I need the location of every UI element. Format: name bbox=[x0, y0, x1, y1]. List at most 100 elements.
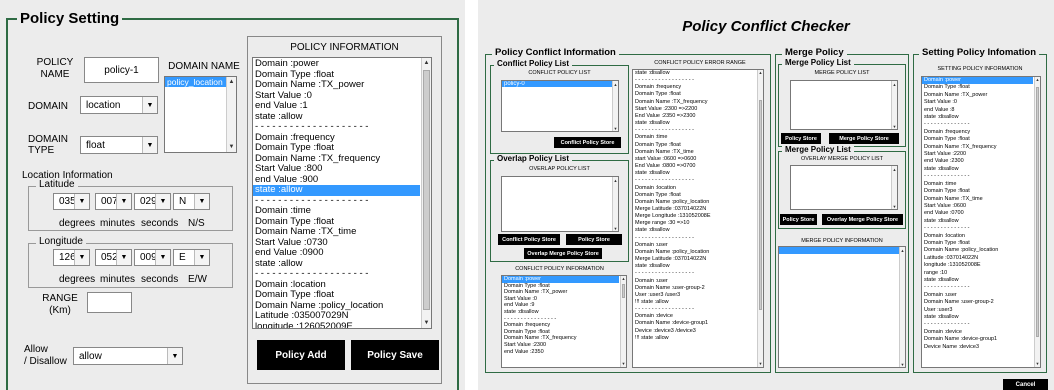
list-line[interactable]: Start Value :2200 bbox=[922, 151, 1033, 158]
list-line[interactable]: Domain Name :policy_location bbox=[633, 199, 756, 206]
policy-save-button[interactable]: Policy Save bbox=[351, 340, 439, 370]
list-line[interactable]: Domain Type :float bbox=[922, 84, 1033, 91]
scroll-up-icon[interactable]: ▲ bbox=[422, 58, 431, 68]
list-line[interactable]: - - - - - - - - - - - - - - bbox=[922, 284, 1033, 291]
list-line[interactable]: Domain Name :user-group-2 bbox=[922, 299, 1033, 306]
list-scrollbar[interactable]: ▲ ▼ bbox=[1034, 77, 1040, 367]
list-line[interactable]: Domain Name :TX_frequency bbox=[253, 154, 420, 165]
policy-info-list[interactable]: Domain :power Domain Type :float Domain Na… bbox=[252, 57, 432, 329]
list-line[interactable]: state :disallow bbox=[633, 120, 756, 127]
overlap-policy-store-button[interactable]: Policy Store bbox=[566, 234, 622, 245]
conflict-policy-list[interactable]: policy-0 ▲ ▼ bbox=[501, 80, 619, 132]
list-line[interactable]: Merge Latitude :037014022N bbox=[633, 256, 756, 263]
overlay-merge-scrollbar[interactable]: ▲ ▼ bbox=[891, 166, 897, 209]
list-line[interactable]: Domain Name :device-group1 bbox=[922, 336, 1033, 343]
list-line[interactable]: Merge range :30 =>10 bbox=[633, 220, 756, 227]
list-line[interactable]: end Value :9 bbox=[502, 302, 619, 309]
merge-policy-info-item[interactable] bbox=[779, 247, 899, 254]
list-line[interactable]: - - - - - - - - - - - - - - bbox=[922, 321, 1033, 328]
list-line[interactable]: state :disallow bbox=[922, 277, 1033, 284]
merge-policy-store-button[interactable]: Policy Store bbox=[781, 133, 821, 144]
longitude-dir-select[interactable]: E ▼ bbox=[173, 249, 210, 266]
list-line[interactable]: state :disallow bbox=[922, 314, 1033, 321]
list-line[interactable]: - - - - - - - - - - - - - - - - - - bbox=[633, 270, 756, 277]
latitude-deg-select[interactable]: 035 ▼ bbox=[53, 193, 90, 210]
list-line[interactable]: Start Value :0600 bbox=[922, 203, 1033, 210]
list-line[interactable]: Start Value :0 bbox=[502, 296, 619, 303]
list-line[interactable]: Domain :user bbox=[922, 292, 1033, 299]
list-line[interactable]: Domain Name :TX_power bbox=[253, 80, 420, 91]
list-line[interactable]: longitude :126052009E bbox=[253, 322, 420, 329]
list-line[interactable]: Domain :power bbox=[922, 77, 1033, 85]
list-line[interactable]: Domain :time bbox=[922, 181, 1033, 188]
list-line[interactable]: End Value :2350 =>2300 bbox=[633, 113, 756, 120]
list-line[interactable]: Domain :device bbox=[633, 313, 756, 320]
scroll-thumb[interactable] bbox=[759, 100, 762, 310]
list-line[interactable]: Domain Type :float bbox=[253, 217, 420, 228]
list-line[interactable]: - - - - - - - - - - - - - - bbox=[922, 173, 1033, 180]
list-line[interactable]: Device Name :device3 bbox=[922, 344, 1033, 351]
list-line[interactable]: Domain :location bbox=[253, 280, 420, 291]
list-line[interactable]: end Value :8 bbox=[922, 107, 1033, 114]
list-line[interactable]: Domain Name :TX_time bbox=[633, 149, 756, 156]
domain-select[interactable]: location ▼ bbox=[80, 96, 158, 114]
list-line[interactable]: Domain Name :policy_location bbox=[922, 247, 1033, 254]
list-line[interactable]: - - - - - - - - - - - - - - bbox=[922, 121, 1033, 128]
list-line[interactable]: Start Value :0 bbox=[922, 99, 1033, 106]
conflict-policy-info-list[interactable]: Domain :power Domain Type :float Domain Na… bbox=[501, 275, 627, 368]
scroll-down-icon[interactable]: ▼ bbox=[1035, 361, 1040, 367]
list-line[interactable]: state :disallow bbox=[922, 218, 1033, 225]
list-line[interactable]: - - - - - - - - - - - - - - - - bbox=[502, 316, 619, 323]
scroll-thumb[interactable] bbox=[622, 284, 625, 298]
scroll-thumb[interactable] bbox=[423, 70, 430, 310]
list-line[interactable]: state :disallow bbox=[502, 309, 619, 316]
list-line[interactable]: end Value :900 bbox=[253, 175, 420, 186]
list-scrollbar[interactable]: ▲ ▼ bbox=[620, 276, 626, 367]
list-line[interactable]: - - - - - - - - - - - - - - - - - - bbox=[633, 77, 756, 84]
list-line[interactable]: Domain :power bbox=[502, 276, 619, 283]
list-line[interactable]: Domain :location bbox=[922, 233, 1033, 240]
list-scrollbar[interactable]: ▲ ▼ bbox=[421, 58, 431, 328]
list-line[interactable]: range :10 bbox=[922, 270, 1033, 277]
list-line[interactable]: Domain Type :float bbox=[922, 136, 1033, 143]
list-line[interactable]: Start Value :2300 =>2200 bbox=[633, 106, 756, 113]
merge-policy-list[interactable]: ▲ ▼ bbox=[790, 80, 898, 130]
error-range-list[interactable]: state :disallow - - - - - - - - - - - - -… bbox=[632, 69, 764, 368]
list-line[interactable]: state :allow bbox=[253, 112, 420, 123]
list-line[interactable]: - - - - - - - - - - - - - - bbox=[922, 225, 1033, 232]
list-line[interactable]: Latitude :035007029N bbox=[253, 311, 420, 322]
policy-add-button[interactable]: Policy Add bbox=[257, 340, 345, 370]
list-line[interactable]: - - - - - - - - - - - - - - - - - - bbox=[633, 306, 756, 313]
list-line[interactable]: Domain Name :TX_time bbox=[253, 227, 420, 238]
merge-merge-store-button[interactable]: Merge Policy Store bbox=[829, 133, 899, 144]
list-line[interactable]: Latitude :037014022N bbox=[922, 255, 1033, 262]
latitude-min-select[interactable]: 007 ▼ bbox=[95, 193, 132, 210]
merge-policy-info-list[interactable]: ▲ ▼ bbox=[778, 246, 906, 368]
longitude-min-select[interactable]: 052 ▼ bbox=[95, 249, 132, 266]
list-line[interactable]: Domain Type :float bbox=[922, 240, 1033, 247]
overlap-conflict-store-button[interactable]: Conflict Policy Store bbox=[498, 234, 560, 245]
list-line[interactable]: end Value :2350 bbox=[502, 349, 619, 356]
list-line[interactable]: end Value :1 bbox=[253, 101, 420, 112]
list-line[interactable]: Domain Name :TX_frequency bbox=[633, 99, 756, 106]
scroll-down-icon[interactable]: ▼ bbox=[422, 318, 431, 328]
domain-type-select[interactable]: float ▼ bbox=[80, 136, 158, 154]
list-line[interactable]: - - - - - - - - - - - - - - - - - - - - bbox=[253, 196, 420, 207]
list-line[interactable]: !!! state :allow bbox=[633, 299, 756, 306]
longitude-deg-select[interactable]: 126 ▼ bbox=[53, 249, 90, 266]
list-line[interactable]: Domain Name :policy_location bbox=[253, 301, 420, 312]
conflict-policy-scrollbar[interactable]: ▲ ▼ bbox=[612, 81, 618, 131]
list-line[interactable]: Domain Type :float bbox=[922, 188, 1033, 195]
overlay-merge-store-button[interactable]: Overlay Merge Policy Store bbox=[822, 214, 903, 225]
conflict-policy-item[interactable]: policy-0 bbox=[502, 81, 612, 87]
list-line[interactable]: end Value :0700 bbox=[922, 210, 1033, 217]
merge-policy-scrollbar[interactable]: ▲ ▼ bbox=[891, 81, 897, 129]
list-line[interactable]: - - - - - - - - - - - - - - - - - - - - bbox=[253, 269, 420, 280]
list-line[interactable]: Domain Type :float bbox=[253, 70, 420, 81]
list-line[interactable]: Domain :frequency bbox=[502, 322, 619, 329]
list-line[interactable]: End Value :0800 =>0700 bbox=[633, 163, 756, 170]
overlay-merge-list[interactable]: ▲ ▼ bbox=[790, 165, 898, 210]
list-line[interactable]: end Value :0900 bbox=[253, 248, 420, 259]
scroll-down-icon[interactable]: ▼ bbox=[758, 361, 763, 367]
list-line[interactable]: Domain Type :float bbox=[633, 192, 756, 199]
